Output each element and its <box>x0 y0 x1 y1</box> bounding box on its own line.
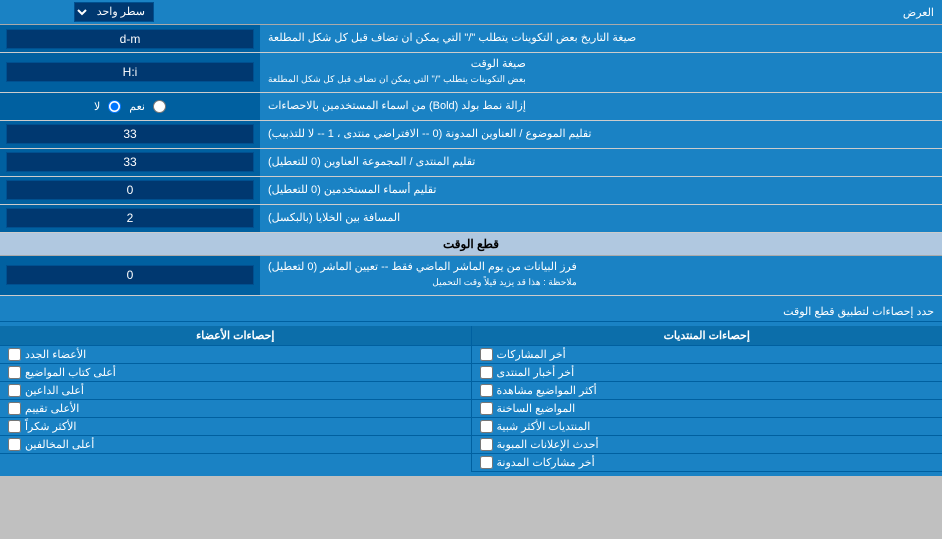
stats-col1: إحصاءات المنتديات أخر المشاركات أخر أخبا… <box>471 326 942 472</box>
stat-top-violators-checkbox[interactable] <box>8 438 21 451</box>
realtime-filter-input-wrapper <box>0 256 260 295</box>
date-format-label: صيغة التاريخ بعض التكوينات يتطلب "/" الت… <box>260 25 942 52</box>
topic-trim-label: تقليم الموضوع / العناوين المدونة (0 -- ا… <box>260 121 942 148</box>
username-trim-row: تقليم أسماء المستخدمين (0 للتعطيل) <box>0 177 942 205</box>
stat-new-members: الأعضاء الجدد <box>0 346 471 364</box>
stats-limit-label: حدد إحصاءات لتطبيق قطع الوقت <box>8 305 934 318</box>
time-format-row: صيغة الوقتبعض التكوينات يتطلب "/" التي ي… <box>0 53 942 93</box>
stat-top-writers-label: أعلى كتاب المواضيع <box>25 366 116 379</box>
stat-most-thanked-label: الأكثر شكراً <box>25 420 76 433</box>
stat-classifieds-label: أحدث الإعلانات المبوبة <box>497 438 599 451</box>
topic-trim-input[interactable] <box>6 124 254 144</box>
realtime-filter-label: فرز البيانات من يوم الماشر الماضي فقط --… <box>260 256 942 295</box>
realtime-filter-input[interactable] <box>6 265 254 285</box>
stat-top-rated: الأعلى تقييم <box>0 400 471 418</box>
realtime-section-header: قطع الوقت <box>0 233 942 256</box>
stat-top-violators-label: أعلى المخالفين <box>25 438 94 451</box>
cell-gap-row: المسافة بين الخلايا (بالبكسل) <box>0 205 942 233</box>
stat-top-inviters: أعلى الداعين <box>0 382 471 400</box>
stat-similar-forums-label: المنتديات الأكثر شبية <box>497 420 591 433</box>
stat-forum-news: أخر أخبار المنتدى <box>472 364 942 382</box>
stat-most-thanked: الأكثر شكراً <box>0 418 471 436</box>
forum-trim-label: تقليم المنتدى / المجموعة العناوين (0 للت… <box>260 149 942 176</box>
stat-shares-label: أخر المشاركات <box>497 348 566 361</box>
stat-blog-posts: أخر مشاركات المدونة <box>472 454 942 472</box>
stat-top-inviters-label: أعلى الداعين <box>25 384 84 397</box>
stat-top-rated-checkbox[interactable] <box>8 402 21 415</box>
stat-most-thanked-checkbox[interactable] <box>8 420 21 433</box>
stat-shares-checkbox[interactable] <box>480 348 493 361</box>
bold-remove-row: إزالة نمط بولد (Bold) من اسماء المستخدمي… <box>0 93 942 121</box>
bold-yes-radio[interactable] <box>153 100 166 113</box>
stat-most-viewed-checkbox[interactable] <box>480 384 493 397</box>
stat-classifieds-checkbox[interactable] <box>480 438 493 451</box>
time-format-input-wrapper <box>0 53 260 92</box>
realtime-filter-row: فرز البيانات من يوم الماشر الماضي فقط --… <box>0 256 942 296</box>
username-trim-label: تقليم أسماء المستخدمين (0 للتعطيل) <box>260 177 942 204</box>
topic-trim-row: تقليم الموضوع / العناوين المدونة (0 -- ا… <box>0 121 942 149</box>
username-trim-input[interactable] <box>6 180 254 200</box>
stats-col2: إحصاءات الأعضاء الأعضاء الجدد أعلى كتاب … <box>0 326 471 472</box>
forum-trim-input-wrapper <box>0 149 260 176</box>
date-format-input[interactable] <box>6 29 254 49</box>
stat-hot-topics-label: المواضيع الساخنة <box>497 402 576 415</box>
bold-no-label: لا <box>94 100 100 113</box>
forum-trim-input[interactable] <box>6 152 254 172</box>
display-row: العرض سطر واحد سطران ثلاثة أسطر <box>0 0 942 25</box>
stat-shares: أخر المشاركات <box>472 346 942 364</box>
stats-checkboxes: إحصاءات المنتديات أخر المشاركات أخر أخبا… <box>0 322 942 476</box>
stat-top-writers-checkbox[interactable] <box>8 366 21 379</box>
stat-new-members-label: الأعضاء الجدد <box>25 348 86 361</box>
stat-top-rated-label: الأعلى تقييم <box>25 402 79 415</box>
stat-new-members-checkbox[interactable] <box>8 348 21 361</box>
stat-hot-topics-checkbox[interactable] <box>480 402 493 415</box>
stat-similar-forums-checkbox[interactable] <box>480 420 493 433</box>
stat-forum-news-checkbox[interactable] <box>480 366 493 379</box>
bold-radio-group: نعم لا <box>86 100 174 113</box>
stat-top-inviters-checkbox[interactable] <box>8 384 21 397</box>
stat-classifieds: أحدث الإعلانات المبوبة <box>472 436 942 454</box>
cell-gap-label: المسافة بين الخلايا (بالبكسل) <box>260 205 942 232</box>
display-select[interactable]: سطر واحد سطران ثلاثة أسطر <box>74 2 154 22</box>
stat-hot-topics: المواضيع الساخنة <box>472 400 942 418</box>
stat-top-violators: أعلى المخالفين <box>0 436 471 454</box>
time-format-input[interactable] <box>6 62 254 82</box>
display-label: العرض <box>158 4 942 21</box>
bold-yes-label: نعم <box>129 100 145 113</box>
stat-forum-news-label: أخر أخبار المنتدى <box>497 366 575 379</box>
bold-remove-input-wrapper: نعم لا <box>0 93 260 120</box>
username-trim-input-wrapper <box>0 177 260 204</box>
stats-limit-row: حدد إحصاءات لتطبيق قطع الوقت <box>0 302 942 322</box>
cell-gap-input[interactable] <box>6 208 254 228</box>
stat-top-writers: أعلى كتاب المواضيع <box>0 364 471 382</box>
stats-col2-header: إحصاءات الأعضاء <box>0 326 471 346</box>
bold-no-radio[interactable] <box>108 100 121 113</box>
bold-remove-label: إزالة نمط بولد (Bold) من اسماء المستخدمي… <box>260 93 942 120</box>
stats-col1-header: إحصاءات المنتديات <box>472 326 942 346</box>
forum-trim-row: تقليم المنتدى / المجموعة العناوين (0 للت… <box>0 149 942 177</box>
stat-most-viewed-label: أكثر المواضيع مشاهدة <box>497 384 597 397</box>
cell-gap-input-wrapper <box>0 205 260 232</box>
topic-trim-input-wrapper <box>0 121 260 148</box>
date-format-input-wrapper <box>0 25 260 52</box>
stat-blog-posts-checkbox[interactable] <box>480 456 493 469</box>
stat-blog-posts-label: أخر مشاركات المدونة <box>497 456 595 469</box>
date-format-row: صيغة التاريخ بعض التكوينات يتطلب "/" الت… <box>0 25 942 53</box>
time-format-label: صيغة الوقتبعض التكوينات يتطلب "/" التي ي… <box>260 53 942 92</box>
stats-section: حدد إحصاءات لتطبيق قطع الوقت إحصاءات الم… <box>0 296 942 476</box>
stat-similar-forums: المنتديات الأكثر شبية <box>472 418 942 436</box>
stat-most-viewed: أكثر المواضيع مشاهدة <box>472 382 942 400</box>
display-select-wrapper[interactable]: سطر واحد سطران ثلاثة أسطر <box>4 2 154 22</box>
